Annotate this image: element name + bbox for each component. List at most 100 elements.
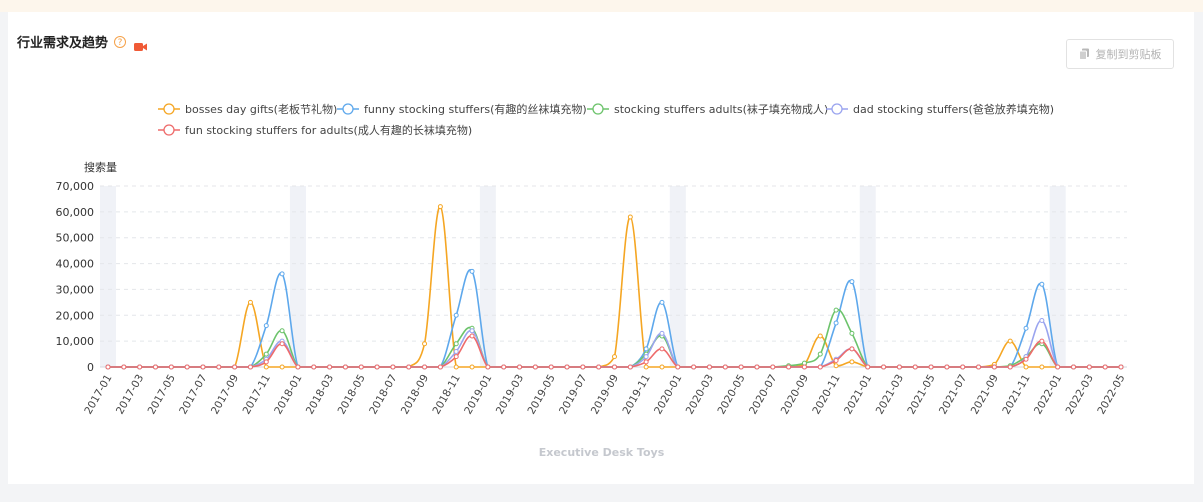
data-point <box>659 364 665 370</box>
y-tick-label: 50,000 <box>56 232 95 245</box>
data-point <box>833 358 839 364</box>
data-point <box>1007 338 1013 344</box>
data-point <box>833 307 839 313</box>
y-tick-label: 40,000 <box>56 258 95 271</box>
x-tick-label: 2019-09 <box>589 373 621 417</box>
data-point <box>105 364 111 370</box>
x-tick-label: 2017-11 <box>241 373 273 417</box>
data-point <box>722 364 728 370</box>
data-point <box>406 364 412 370</box>
data-point <box>469 364 475 370</box>
data-point <box>564 364 570 370</box>
data-point <box>659 346 665 352</box>
data-point <box>279 328 285 334</box>
x-tick-label: 2022-05 <box>1095 373 1127 417</box>
data-point <box>643 364 649 370</box>
data-point <box>453 312 459 318</box>
data-point <box>659 299 665 305</box>
data-point <box>469 268 475 274</box>
data-point <box>738 364 744 370</box>
data-point <box>532 364 538 370</box>
year-boundary-band <box>669 186 686 367</box>
x-tick-label: 2021-01 <box>842 373 874 417</box>
data-point <box>152 364 158 370</box>
x-tick-label: 2018-11 <box>430 373 462 417</box>
data-point <box>849 279 855 285</box>
data-point <box>216 364 222 370</box>
year-boundary-band <box>100 186 116 367</box>
data-point <box>991 364 997 370</box>
data-point <box>279 364 285 370</box>
x-tick-label: 2022-01 <box>1032 373 1064 417</box>
data-point <box>754 364 760 370</box>
data-point <box>801 364 807 370</box>
data-point <box>279 271 285 277</box>
data-point <box>1102 364 1108 370</box>
data-point <box>453 364 459 370</box>
y-tick-label: 30,000 <box>56 283 95 296</box>
data-point <box>1023 325 1029 331</box>
data-point <box>422 364 428 370</box>
data-point <box>137 364 143 370</box>
y-tick-label: 0 <box>87 361 94 374</box>
data-point <box>612 354 617 360</box>
data-point <box>279 341 285 347</box>
data-point <box>627 364 633 370</box>
x-tick-label: 2019-03 <box>494 373 526 417</box>
data-point <box>1007 364 1013 370</box>
data-point <box>342 364 348 370</box>
x-tick-label: 2018-07 <box>367 373 399 417</box>
data-point <box>501 364 507 370</box>
x-tick-label: 2017-09 <box>209 373 241 417</box>
data-point <box>1039 364 1045 370</box>
data-point <box>1055 364 1061 370</box>
data-point <box>627 214 633 220</box>
data-point <box>833 363 839 369</box>
data-point <box>770 364 776 370</box>
x-tick-label: 2019-01 <box>462 373 494 417</box>
data-point <box>896 364 902 370</box>
chart-watermark: Executive Desk Toys <box>538 446 665 459</box>
data-point <box>327 364 333 370</box>
x-tick-label: 2019-05 <box>525 373 557 417</box>
x-tick-label: 2021-05 <box>905 373 937 417</box>
data-point <box>121 364 127 370</box>
data-point <box>247 364 253 370</box>
data-point <box>817 364 823 370</box>
y-tick-label: 10,000 <box>56 335 95 348</box>
y-tick-label: 20,000 <box>56 309 95 322</box>
x-tick-label: 2019-11 <box>620 373 652 417</box>
data-point <box>437 204 443 210</box>
data-point <box>469 333 475 339</box>
x-tick-label: 2020-07 <box>747 373 779 417</box>
data-point <box>1039 338 1045 344</box>
data-point <box>453 354 459 360</box>
data-point <box>232 364 238 370</box>
data-point <box>849 359 855 365</box>
x-tick-label: 2022-03 <box>1064 373 1096 417</box>
data-point <box>1039 317 1045 323</box>
data-point <box>247 299 253 305</box>
data-point <box>358 364 364 370</box>
y-axis-title: 搜索量 <box>84 160 117 174</box>
search-volume-line-chart: 0 10,000 20,000 30,000 40,000 50,000 60,000 70,… <box>56 160 1128 417</box>
x-tick-label: 2017-05 <box>146 373 178 417</box>
data-point <box>833 320 839 326</box>
data-point <box>675 364 681 370</box>
data-point <box>200 364 206 370</box>
x-tick-label: 2021-03 <box>874 373 906 417</box>
x-tick-label: 2019-07 <box>557 373 589 417</box>
data-point <box>817 333 823 339</box>
data-point <box>643 346 649 352</box>
data-point <box>437 364 443 370</box>
data-point <box>263 359 269 365</box>
x-tick-label: 2018-03 <box>304 373 336 417</box>
data-point <box>485 364 491 370</box>
x-tick-label: 2017-07 <box>177 373 209 417</box>
data-point <box>849 330 855 336</box>
data-point <box>1023 364 1029 370</box>
data-point <box>912 364 918 370</box>
data-point <box>263 323 269 329</box>
x-tick-label: 2020-03 <box>684 373 716 417</box>
data-point <box>976 364 982 370</box>
